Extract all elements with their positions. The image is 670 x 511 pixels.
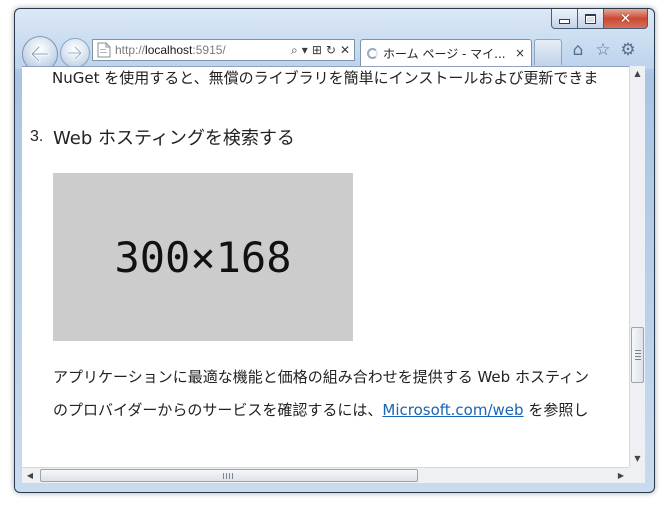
scroll-down-arrow[interactable]: ▼ bbox=[630, 451, 645, 467]
star-icon[interactable]: ☆ bbox=[593, 40, 613, 60]
scrollbar-corner bbox=[629, 467, 645, 483]
window-caption-buttons: ✕ bbox=[551, 9, 648, 29]
microsoft-web-link[interactable]: Microsoft.com/web bbox=[382, 401, 523, 419]
hosting-paragraph-line2: のプロバイダーからのサービスを確認するには、Microsoft.com/web … bbox=[53, 399, 588, 420]
home-icon[interactable]: ⌂ bbox=[568, 40, 588, 60]
page-icon bbox=[97, 42, 111, 58]
maximize-button[interactable] bbox=[578, 9, 604, 29]
placeholder-label: 300×168 bbox=[114, 232, 292, 282]
placeholder-image: 300×168 bbox=[53, 173, 353, 341]
gear-icon[interactable]: ⚙ bbox=[618, 40, 638, 60]
maximize-icon bbox=[585, 13, 596, 24]
search-icon[interactable]: ⌕ bbox=[291, 44, 298, 56]
refresh-icon[interactable]: ↻ bbox=[326, 44, 336, 56]
vertical-scrollbar[interactable]: ▲ ▼ bbox=[629, 66, 645, 467]
list-number: 3. bbox=[30, 128, 44, 145]
horizontal-scrollbar[interactable]: ◀ ▶ bbox=[22, 467, 629, 483]
address-tools: ⌕ ▾ ⊞ ↻ ✕ bbox=[291, 44, 354, 56]
minimize-button[interactable] bbox=[551, 9, 578, 29]
hosting-paragraph-line1: アプリケーションに最適な機能と価格の組み合わせを提供する Web ホスティン bbox=[53, 368, 590, 386]
scroll-right-arrow[interactable]: ▶ bbox=[613, 468, 629, 483]
stop-icon[interactable]: ✕ bbox=[340, 44, 350, 56]
forward-button[interactable] bbox=[60, 38, 90, 68]
paragraph-text: のプロバイダーからのサービスを確認するには、 bbox=[53, 401, 383, 419]
tab-close-icon[interactable]: × bbox=[515, 46, 525, 60]
scroll-up-arrow[interactable]: ▲ bbox=[630, 66, 645, 82]
minimize-icon bbox=[559, 19, 570, 24]
loading-icon bbox=[367, 47, 378, 59]
arrow-right-icon bbox=[67, 46, 83, 60]
url-text: http://localhost:5915/ bbox=[115, 43, 226, 57]
close-window-button[interactable]: ✕ bbox=[604, 9, 648, 29]
vertical-scroll-thumb[interactable] bbox=[631, 327, 644, 383]
arrow-left-icon bbox=[30, 45, 50, 63]
toolbar-icons: ⌂ ☆ ⚙ bbox=[568, 40, 638, 60]
address-bar[interactable]: http://localhost:5915/ ⌕ ▾ ⊞ ↻ ✕ bbox=[92, 39, 355, 61]
compatibility-view-icon[interactable]: ⊞ bbox=[312, 44, 322, 56]
section-heading: Web ホスティングを検索する bbox=[53, 128, 295, 149]
paragraph-text-tail: を参照し bbox=[523, 401, 589, 419]
tab-home[interactable]: ホーム ページ - マイ... × bbox=[360, 39, 532, 66]
scroll-left-arrow[interactable]: ◀ bbox=[22, 468, 38, 483]
tab-title: ホーム ページ - マイ... bbox=[383, 46, 506, 61]
nuget-text: NuGet を使用すると、無償のライブラリを簡単にインストールおよび更新できま bbox=[52, 69, 599, 87]
close-icon: ✕ bbox=[619, 10, 632, 27]
page-content: NuGet を使用すると、無償のライブラリを簡単にインストールおよび更新できま … bbox=[22, 66, 629, 468]
new-tab-button[interactable] bbox=[534, 39, 562, 65]
horizontal-scroll-thumb[interactable] bbox=[40, 469, 418, 482]
dropdown-icon[interactable]: ▾ bbox=[302, 44, 308, 56]
